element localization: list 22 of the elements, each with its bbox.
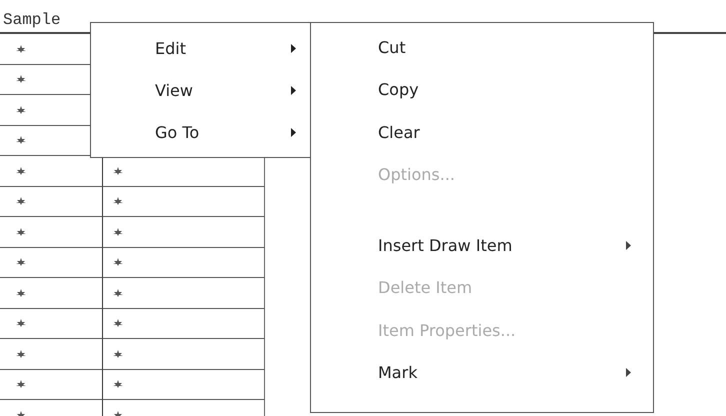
cell-marker-icon bbox=[113, 197, 123, 206]
cell-marker-icon bbox=[113, 228, 123, 236]
cell-marker-icon bbox=[113, 380, 123, 388]
submenu-arrow-icon bbox=[291, 44, 296, 52]
menu-item[interactable]: View bbox=[91, 69, 310, 111]
cell-marker-icon bbox=[113, 350, 123, 358]
submenu-arrow-icon bbox=[291, 86, 296, 94]
menu-item[interactable]: Edit bbox=[91, 27, 310, 69]
cell-marker-icon bbox=[113, 319, 123, 328]
column-header: Sample bbox=[2, 11, 61, 31]
cell-marker-icon bbox=[113, 288, 123, 297]
menu-item[interactable]: Clear bbox=[311, 111, 653, 154]
menu-item[interactable]: Mark bbox=[311, 352, 653, 394]
menu-item[interactable]: Go To bbox=[91, 111, 310, 153]
submenu-arrow-icon bbox=[626, 368, 631, 378]
cell-marker-icon bbox=[113, 258, 123, 266]
menu-item[interactable]: Copy bbox=[311, 68, 653, 111]
submenu-arrow-icon bbox=[291, 128, 296, 136]
menu-item[interactable]: Cut bbox=[311, 26, 653, 68]
cell-marker-icon bbox=[113, 166, 123, 175]
menu-item[interactable]: Insert Draw Item bbox=[311, 224, 653, 266]
submenu-arrow-icon bbox=[626, 240, 631, 250]
